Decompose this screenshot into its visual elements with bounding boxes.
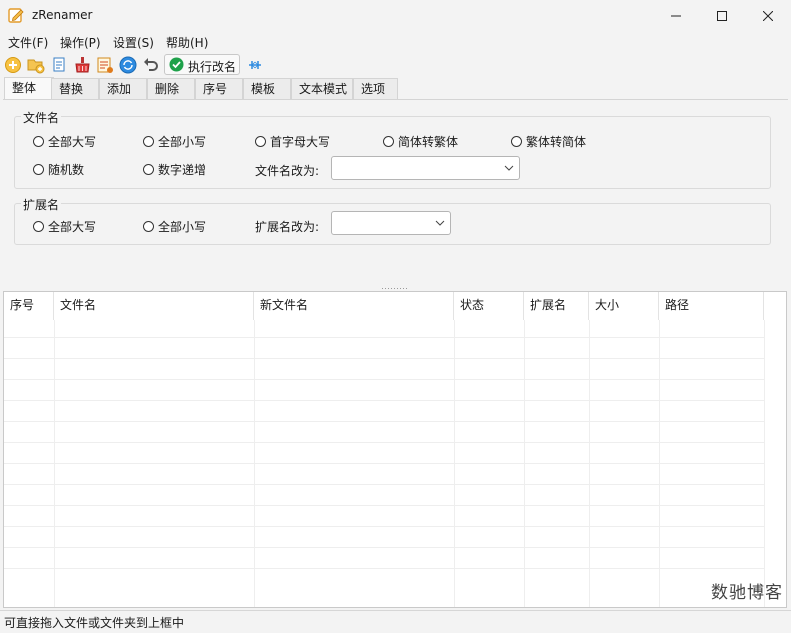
chevron-down-icon xyxy=(435,220,445,226)
grid-row-line xyxy=(4,463,764,464)
grid-divider xyxy=(589,320,590,607)
chevron-down-icon xyxy=(504,165,514,171)
tab-strip: 整体 替换 添加 删除 序号 模板 文本模式 选项 xyxy=(0,77,791,100)
menu-bar: 文件(F) 操作(P) 设置(S) 帮助(H) xyxy=(0,31,791,52)
grid-row-line xyxy=(4,442,764,443)
pin-icon[interactable] xyxy=(246,56,264,74)
column-header-path[interactable]: 路径 xyxy=(659,292,764,320)
extension-rename-combo[interactable] xyxy=(331,211,451,235)
maximize-icon xyxy=(717,10,727,21)
grid-row-line xyxy=(4,484,764,485)
watermark-text: 数驰博客 xyxy=(711,583,783,603)
file-list-table[interactable]: 序号 文件名 新文件名 状态 扩展名 大小 路径 xyxy=(3,291,787,608)
column-header-extension[interactable]: 扩展名 xyxy=(524,292,589,320)
minimize-button[interactable] xyxy=(653,0,699,31)
options-panel: 文件名 全部大写 全部小写 首字母大写 简体转繁体 繁体转简体 随机数 数字递增… xyxy=(3,99,788,286)
grid-row-line xyxy=(4,547,764,548)
window-title: zRenamer xyxy=(32,8,93,22)
radio-random-number[interactable]: 随机数 xyxy=(33,161,84,178)
execute-rename-label: 执行改名 xyxy=(188,60,237,74)
grid-row-line xyxy=(4,400,764,401)
grid-divider xyxy=(524,320,525,607)
grid-row-line xyxy=(4,337,764,338)
tab-template[interactable]: 模板 xyxy=(243,78,291,100)
column-header-filename[interactable]: 文件名 xyxy=(54,292,254,320)
copy-icon[interactable] xyxy=(50,56,68,74)
maximize-button[interactable] xyxy=(699,0,745,31)
app-logo-icon xyxy=(8,8,24,23)
radio-simplified-to-traditional[interactable]: 简体转繁体 xyxy=(383,133,458,150)
radio-traditional-to-simplified[interactable]: 繁体转简体 xyxy=(511,133,586,150)
grid-row-line xyxy=(4,421,764,422)
clear-icon[interactable] xyxy=(73,56,91,74)
grid-row-line xyxy=(4,379,764,380)
grid-row-line xyxy=(4,568,764,569)
add-file-icon[interactable] xyxy=(4,56,22,74)
extension-group: 扩展名 全部大写 全部小写 扩展名改为: xyxy=(14,196,771,245)
radio-extension-uppercase[interactable]: 全部大写 xyxy=(33,218,96,235)
menu-settings[interactable]: 设置(S) xyxy=(113,34,154,51)
column-header-index[interactable]: 序号 xyxy=(4,292,54,320)
grid-divider xyxy=(454,320,455,607)
filename-group-title: 文件名 xyxy=(21,109,62,126)
undo-icon[interactable] xyxy=(142,56,160,74)
title-bar: zRenamer xyxy=(0,0,791,31)
minimize-icon xyxy=(671,15,681,16)
execute-rename-button[interactable]: 执行改名 xyxy=(164,54,240,75)
list-icon[interactable] xyxy=(96,56,114,74)
radio-number-increment[interactable]: 数字递增 xyxy=(143,161,206,178)
grid-row-line xyxy=(4,526,764,527)
menu-file[interactable]: 文件(F) xyxy=(8,34,48,51)
check-icon xyxy=(169,57,184,72)
grid-divider xyxy=(764,320,765,607)
tab-overall[interactable]: 整体 xyxy=(4,77,54,100)
column-header-size[interactable]: 大小 xyxy=(589,292,659,320)
extension-rename-label: 扩展名改为: xyxy=(255,220,320,234)
tab-sequence[interactable]: 序号 xyxy=(195,78,243,100)
tab-replace[interactable]: 替换 xyxy=(51,78,99,100)
tab-add[interactable]: 添加 xyxy=(99,78,147,100)
menu-operate[interactable]: 操作(P) xyxy=(60,34,101,51)
grid-divider xyxy=(659,320,660,607)
grid-row-line xyxy=(4,358,764,359)
close-icon xyxy=(763,10,773,21)
close-button[interactable] xyxy=(745,0,791,31)
radio-filename-uppercase[interactable]: 全部大写 xyxy=(33,133,96,150)
refresh-icon[interactable] xyxy=(119,56,137,74)
menu-help[interactable]: 帮助(H) xyxy=(166,34,208,51)
filename-group: 文件名 全部大写 全部小写 首字母大写 简体转繁体 繁体转简体 随机数 数字递增… xyxy=(14,109,771,189)
tab-options[interactable]: 选项 xyxy=(353,78,398,100)
tab-delete[interactable]: 删除 xyxy=(147,78,195,100)
splitter-handle[interactable] xyxy=(382,288,410,290)
filename-rename-combo[interactable] xyxy=(331,156,520,180)
radio-filename-capitalize[interactable]: 首字母大写 xyxy=(255,133,330,150)
grid-row-line xyxy=(4,505,764,506)
column-header-status[interactable]: 状态 xyxy=(454,292,524,320)
filename-rename-label: 文件名改为: xyxy=(255,164,320,178)
radio-extension-lowercase[interactable]: 全部小写 xyxy=(143,218,206,235)
status-text: 可直接拖入文件或文件夹到上框中 xyxy=(4,616,185,630)
column-header-new-filename[interactable]: 新文件名 xyxy=(254,292,454,320)
grid-divider xyxy=(254,320,255,607)
extension-group-title: 扩展名 xyxy=(21,196,62,213)
add-folder-icon[interactable] xyxy=(27,56,45,74)
status-bar: 可直接拖入文件或文件夹到上框中 xyxy=(0,610,791,633)
grid-divider xyxy=(54,320,55,607)
toolbar: 执行改名 xyxy=(0,53,791,77)
radio-filename-lowercase[interactable]: 全部小写 xyxy=(143,133,206,150)
tab-text-mode[interactable]: 文本模式 xyxy=(291,78,353,100)
